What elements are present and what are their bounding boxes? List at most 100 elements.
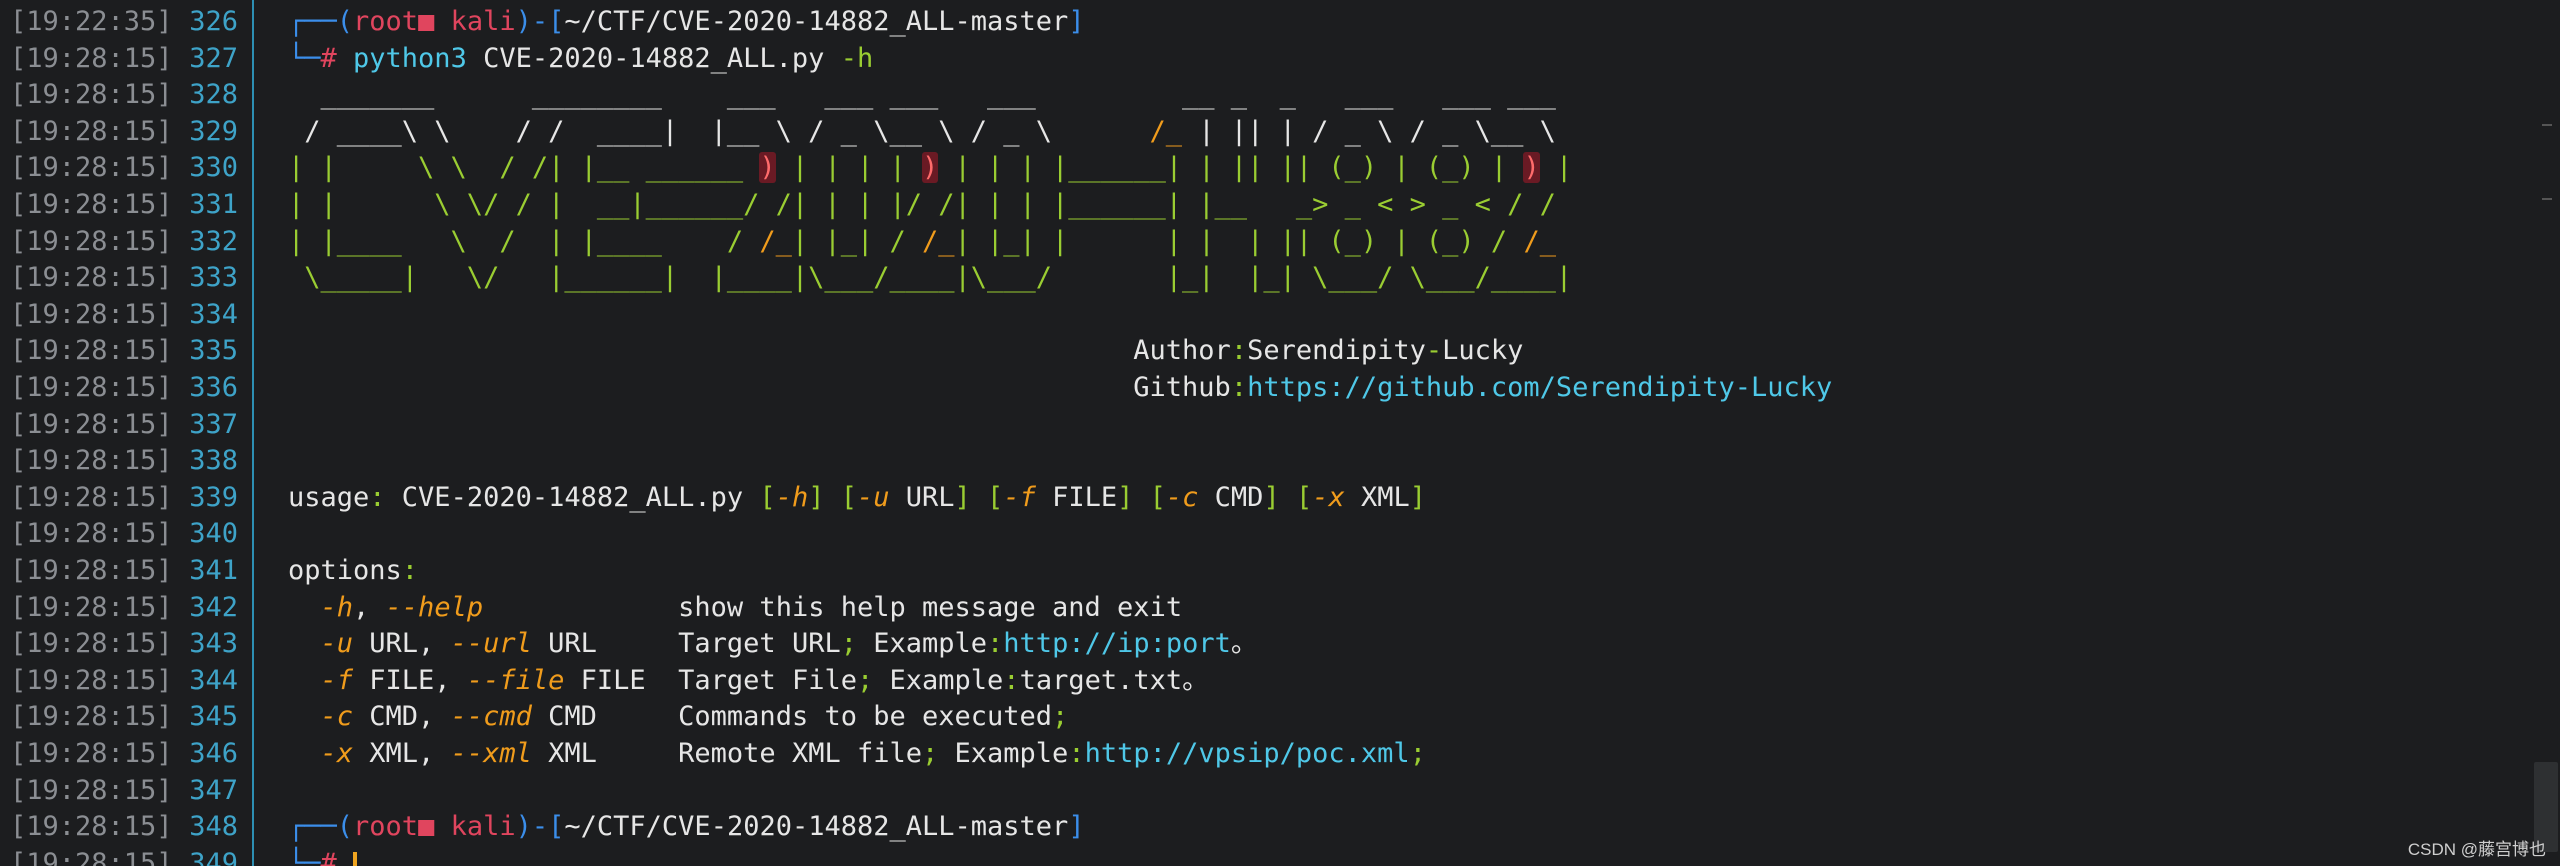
line-number: 348 [189, 811, 238, 843]
timestamp: [19:28:15] [10, 847, 173, 866]
text-segment: , [353, 591, 386, 623]
terminal-line: [19:28:15] 344 -f FILE, --file FILE Targe… [0, 663, 2540, 700]
line-text: options: [288, 553, 418, 590]
terminal-line: [19:28:15] 347 [0, 773, 2540, 810]
line-number: 346 [189, 738, 238, 769]
timestamp: [19:28:15] [10, 591, 173, 623]
text-segment: -h [320, 591, 354, 623]
text-segment: └─ [288, 42, 321, 74]
text-segment: CMD, [353, 701, 451, 733]
terminal-line: [19:28:15] 339 usage: CVE-2020-14882_ALL.p… [0, 480, 2540, 517]
text-segment: | |_| / [791, 225, 922, 257]
scroll-marker [2542, 124, 2552, 126]
text-segment: /_ [1149, 115, 1183, 147]
timestamp: [19:28:15] [10, 42, 173, 74]
text-segment: ] [1068, 6, 1085, 37]
scroll-marker [2542, 198, 2552, 200]
text-segment: \_____| \/ |______| |____|\___/____|\___… [288, 262, 1573, 294]
text-segment: # [320, 42, 354, 74]
line-text: Github:https://github.com/Serendipity-Lu… [288, 370, 1832, 407]
line-number: 341 [189, 555, 238, 586]
terminal-line: [19:28:15] 333 \_____| \/ |______| |____|… [0, 260, 2540, 297]
text-segment: ; [1409, 738, 1426, 769]
text-segment: [ [759, 481, 776, 513]
text-segment: ; [856, 664, 890, 696]
text-segment: https://github.com/Serendipity-Lucky [1247, 372, 1833, 403]
line-text: ┌──(root■ kali)-[~/CTF/CVE-2020-14882_AL… [288, 809, 1085, 846]
text-segment: --help [385, 591, 484, 623]
text-segment: ) [1523, 152, 1540, 184]
line-number: 345 [189, 701, 238, 733]
timestamp: [19:28:15] [10, 152, 173, 184]
text-segment: root [353, 6, 419, 37]
watermark: CSDN @藤宫博也 [2407, 840, 2546, 859]
text-segment [288, 701, 321, 732]
text-segment: http://vpsip/poc.xml [1084, 738, 1410, 769]
text-segment: usage [288, 481, 370, 513]
text-segment [288, 738, 321, 769]
line-number: 336 [189, 372, 238, 403]
text-segment: - [1425, 335, 1443, 367]
line-text: / ____\ \ / / ____| |__ \ / _ \__ \ / _ … [288, 114, 1556, 151]
text-segment: Example [889, 664, 1004, 696]
text-segment: | | \ \/ / | __|______/ /| | | |/ /| | |… [288, 189, 1556, 220]
timestamp: [19:28:15] [10, 738, 173, 769]
line-text: Author:Serendipity-Lucky [288, 333, 1523, 370]
line-text: └─# [288, 846, 358, 866]
text-segment [288, 665, 321, 696]
text-segment: ] [ [1263, 481, 1313, 513]
cursor [353, 852, 358, 866]
line-text: \_____| \/ |______| |____|\___/____|\___… [288, 260, 1572, 297]
text-segment: ~/CTF/CVE-2020-14882_ALL-master [564, 6, 1069, 37]
scrollbar[interactable] [2534, 0, 2560, 866]
terminal-line: [19:28:15] 337 [0, 407, 2540, 444]
text-segment: ■ [418, 811, 451, 843]
line-text: | | \ \/ / | __|______/ /| | | |/ /| | |… [288, 187, 1556, 224]
timestamp: [19:28:15] [10, 298, 173, 330]
text-segment: CVE-2020-14882_ALL.py [401, 481, 760, 513]
text-segment: ] [1068, 811, 1085, 843]
text-segment: Serendipity [1247, 335, 1426, 367]
text-segment: XML, [353, 738, 451, 769]
line-number: 326 [189, 6, 238, 37]
text-segment: URL [889, 481, 955, 513]
text-segment: FILE [1035, 481, 1118, 513]
terminal-line: [19:28:15] 346 -x XML, --xml XML Remote X… [0, 736, 2540, 773]
line-number: 342 [189, 591, 238, 623]
line-number: 340 [189, 518, 238, 550]
terminal-line: [19:28:15] 343 -u URL, --url URL Target U… [0, 626, 2540, 663]
terminal-line: [19:28:15] 330 | | \ \ / /| |__ ______ ) |… [0, 150, 2540, 187]
line-text: | | \ \ / /| |__ ______ ) | | | | ) | | … [288, 150, 1572, 187]
text-segment: Author [288, 335, 1231, 367]
text-segment: -h [775, 481, 809, 513]
line-number: 343 [189, 628, 238, 660]
text-segment: )-[ [515, 811, 565, 843]
text-segment: --xml [450, 738, 532, 769]
text-segment: | | | |______| | || || (_) | (_) | [938, 152, 1524, 184]
text-segment: : [1230, 335, 1248, 367]
terminal-window[interactable]: [19:22:35] 326 ┌──(root■ kali)-[~/CTF/CVE-… [0, 0, 2560, 866]
text-segment: /_ [1523, 225, 1556, 257]
text-segment: root [353, 811, 419, 843]
line-number: 327 [189, 42, 238, 74]
terminal-line: [19:28:15] 345 -c CMD, --cmd CMD Commands… [0, 699, 2540, 736]
timestamp: [19:28:15] [10, 189, 173, 220]
text-segment: target.txt。 [1019, 664, 1210, 696]
line-text: └─# python3 CVE-2020-14882_ALL.py -h [288, 41, 873, 78]
text-segment: -h [840, 42, 874, 74]
terminal-line: [19:28:15] 336 Github:https://github.com/… [0, 370, 2540, 407]
text-segment: | | | | [775, 152, 922, 184]
line-text: usage: CVE-2020-14882_ALL.py [-h] [-u UR… [288, 480, 1426, 517]
line-number: 337 [189, 408, 238, 440]
text-segment: | | \ \ / /| |__ ______ [288, 152, 760, 184]
text-segment: ; [922, 738, 955, 769]
text-segment: ) [921, 152, 939, 184]
text-segment: -u [856, 481, 890, 513]
text-segment: /_ [759, 225, 792, 257]
line-number: 339 [189, 481, 238, 513]
text-segment: ┌──( [288, 6, 354, 37]
timestamp: [19:28:15] [10, 774, 173, 806]
text-segment: CMD Commands to be executed [531, 701, 1053, 733]
text-segment: URL Target URL [531, 628, 841, 660]
text-segment [288, 592, 321, 623]
